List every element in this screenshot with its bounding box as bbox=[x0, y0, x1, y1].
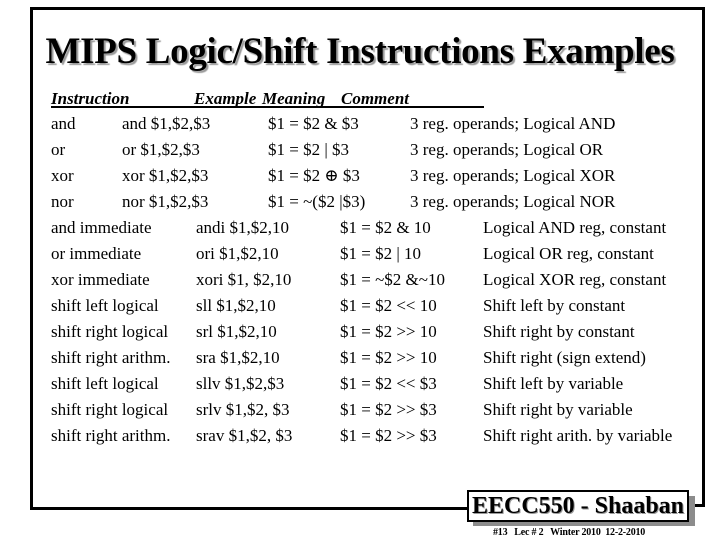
cell-meaning: $1 = $2 << $3 bbox=[340, 374, 437, 393]
frame-top-border bbox=[30, 7, 705, 10]
cell-instruction: or bbox=[51, 140, 66, 159]
cell-meaning: $1 = $2 << 10 bbox=[340, 296, 437, 315]
cell-instruction: nor bbox=[51, 192, 74, 211]
header-underline bbox=[51, 106, 484, 108]
cell-instruction: xor bbox=[51, 166, 74, 185]
cell-comment: 3 reg. operands; Logical OR bbox=[410, 140, 604, 159]
cell-meaning: $1 = $2 | $3 bbox=[268, 140, 349, 159]
cell-instruction: shift left logical bbox=[51, 374, 159, 393]
cell-example: srlv $1,$2, $3 bbox=[196, 400, 290, 419]
cell-instruction: shift right logical bbox=[51, 400, 169, 419]
cell-comment: Logical OR reg, constant bbox=[483, 244, 654, 263]
cell-example: nor $1,$2,$3 bbox=[122, 192, 209, 211]
cell-example: andi $1,$2,10 bbox=[196, 218, 290, 237]
cell-instruction: and immediate bbox=[51, 218, 152, 237]
frame-left-border bbox=[30, 7, 33, 510]
cell-meaning: $1 = $2 >> 10 bbox=[340, 348, 437, 367]
slide-title: MIPS Logic/Shift Instructions Examples bbox=[45, 31, 675, 72]
footer-label-box: EECC550 - Shaaban bbox=[467, 490, 689, 522]
cell-comment: Logical XOR reg, constant bbox=[483, 270, 667, 289]
cell-meaning: $1 = $2 & $3 bbox=[268, 114, 359, 133]
cell-comment: Shift left by variable bbox=[483, 374, 624, 393]
cell-comment: Shift right (sign extend) bbox=[483, 348, 646, 367]
cell-comment: 3 reg. operands; Logical XOR bbox=[410, 166, 616, 185]
cell-meaning: $1 = ~$2 &~10 bbox=[340, 270, 445, 289]
cell-comment: 3 reg. operands; Logical AND bbox=[410, 114, 616, 133]
cell-meaning: $1 = $2 >> $3 bbox=[340, 400, 437, 419]
cell-comment: Shift left by constant bbox=[483, 296, 626, 315]
cell-meaning: $1 = ~($2 |$3) bbox=[268, 192, 366, 211]
cell-instruction: shift right arithm. bbox=[51, 426, 171, 445]
cell-comment: Shift right arith. by variable bbox=[483, 426, 673, 445]
cell-example: sra $1,$2,10 bbox=[196, 348, 280, 367]
cell-example: xori $1, $2,10 bbox=[196, 270, 292, 289]
cell-instruction: shift right logical bbox=[51, 322, 169, 341]
cell-meaning: $1 = $2 ⊕ $3 bbox=[268, 166, 360, 185]
frame-right-border bbox=[702, 7, 705, 507]
cell-example: xor $1,$2,$3 bbox=[122, 166, 209, 185]
cell-instruction: or immediate bbox=[51, 244, 142, 263]
cell-example: sll $1,$2,10 bbox=[196, 296, 276, 315]
cell-comment: Shift right by variable bbox=[483, 400, 633, 419]
cell-meaning: $1 = $2 >> $3 bbox=[340, 426, 437, 445]
cell-comment: Logical AND reg, constant bbox=[483, 218, 667, 237]
cell-meaning: $1 = $2 >> 10 bbox=[340, 322, 437, 341]
cell-example: srl $1,$2,10 bbox=[196, 322, 277, 341]
frame-bottom-border bbox=[30, 507, 468, 510]
cell-instruction: shift right arithm. bbox=[51, 348, 171, 367]
cell-meaning: $1 = $2 | 10 bbox=[340, 244, 421, 263]
cell-instruction: and bbox=[51, 114, 76, 133]
cell-example: and $1,$2,$3 bbox=[122, 114, 211, 133]
footer-subtext: #13 Lec # 2 Winter 2010 12-2-2010 bbox=[493, 527, 646, 538]
cell-instruction: shift left logical bbox=[51, 296, 159, 315]
cell-example: or $1,$2,$3 bbox=[122, 140, 200, 159]
cell-comment: Shift right by constant bbox=[483, 322, 635, 341]
cell-comment: 3 reg. operands; Logical NOR bbox=[410, 192, 616, 211]
cell-example: ori $1,$2,10 bbox=[196, 244, 279, 263]
cell-meaning: $1 = $2 & 10 bbox=[340, 218, 431, 237]
cell-instruction: xor immediate bbox=[51, 270, 150, 289]
cell-example: srav $1,$2, $3 bbox=[196, 426, 293, 445]
cell-example: sllv $1,$2,$3 bbox=[196, 374, 285, 393]
